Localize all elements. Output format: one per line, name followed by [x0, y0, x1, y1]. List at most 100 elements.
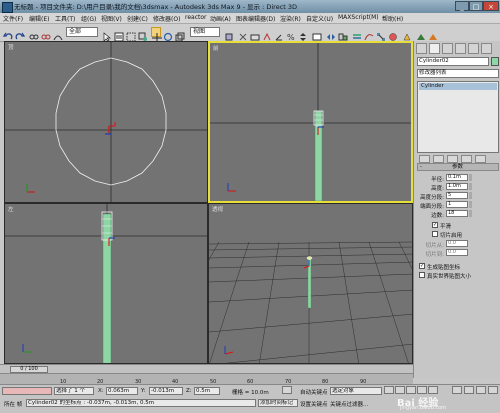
go-to-start-icon[interactable] [384, 386, 394, 394]
render-setup-icon[interactable] [402, 27, 412, 41]
quick-render-icon[interactable] [428, 27, 438, 40]
key-mode-icon[interactable] [282, 386, 292, 394]
object-name-input[interactable]: Cylinder02 [417, 57, 489, 66]
percent-snap-icon[interactable]: % [286, 27, 296, 42]
param-sides-input[interactable]: 18 [446, 210, 468, 217]
menu-file[interactable]: 文件(F) [3, 14, 23, 23]
spinner-snap-icon[interactable] [298, 27, 308, 41]
render-frame-icon[interactable] [416, 27, 426, 40]
selected-object-select[interactable]: 选定对象 [330, 387, 382, 395]
modifier-list-dropdown[interactable]: 修改器列表 [417, 69, 499, 78]
param-height-input[interactable]: 1.0m [446, 183, 468, 190]
object-color-swatch[interactable] [491, 57, 499, 66]
motion-tab-icon[interactable] [455, 43, 466, 54]
time-slider-thumb[interactable]: 0 / 100 [10, 366, 48, 373]
param-radius-input[interactable]: 0.1m [446, 174, 468, 181]
auto-key-label[interactable]: 自动关键点 [300, 388, 328, 396]
keyboard-override-icon[interactable] [250, 27, 260, 41]
material-editor-icon[interactable] [388, 27, 398, 41]
close-button[interactable]: × [483, 1, 499, 11]
go-to-end-icon[interactable] [428, 386, 438, 394]
key-filters-button[interactable]: 关键点过滤器... [330, 400, 368, 408]
maxscript-listener[interactable] [2, 387, 52, 395]
hierarchy-tab-icon[interactable] [442, 43, 453, 54]
pan-icon[interactable] [464, 386, 474, 394]
modify-tab-icon[interactable] [429, 43, 440, 54]
curve-editor-icon[interactable] [364, 27, 374, 41]
set-key-label[interactable]: 设置关键点 [300, 400, 328, 408]
schematic-view-icon[interactable] [376, 27, 386, 41]
real-world-map-checkbox[interactable] [419, 272, 425, 278]
param-sides-spinner[interactable] [469, 210, 472, 217]
show-end-result-icon[interactable] [433, 155, 444, 163]
reference-coord-select[interactable]: 视图 [190, 27, 220, 37]
z-coord-input[interactable]: 0.5m [194, 387, 220, 395]
menu-customize[interactable]: 自定义(U) [306, 14, 333, 23]
stack-item-cylinder[interactable]: Cylinder [419, 83, 497, 90]
add-time-tag[interactable]: 添加时间标记 [258, 399, 298, 407]
param-height-spinner[interactable] [469, 183, 472, 190]
previous-frame-icon[interactable] [395, 386, 405, 394]
menu-group[interactable]: 组(G) [81, 14, 96, 23]
configure-sets-icon[interactable] [475, 155, 486, 163]
named-selection-icon[interactable] [312, 27, 322, 41]
menu-modifiers[interactable]: 修改器(O) [153, 14, 180, 23]
pin-stack-icon[interactable] [419, 155, 430, 163]
viewport-front-label[interactable]: 前 [213, 44, 219, 52]
x-coord-input[interactable]: 0.063m [106, 387, 138, 395]
select-object-icon[interactable] [102, 27, 112, 42]
minimize-button[interactable]: _ [455, 1, 469, 11]
selection-filter-select[interactable]: 全部 [66, 27, 98, 37]
undo-icon[interactable] [2, 27, 13, 40]
slice-from-input[interactable]: 0.0 [446, 240, 468, 247]
pivot-center-icon[interactable] [224, 27, 234, 41]
align-icon[interactable] [338, 27, 348, 41]
bind-space-warp-icon[interactable] [53, 27, 63, 41]
slice-to-input[interactable]: 0.0 [446, 249, 468, 256]
select-by-name-icon[interactable] [114, 27, 124, 42]
move-icon[interactable] [151, 27, 162, 43]
display-tab-icon[interactable] [468, 43, 479, 54]
param-radius-spinner[interactable] [469, 174, 472, 181]
menu-tools[interactable]: 工具(T) [55, 14, 75, 23]
mirror-icon[interactable] [326, 27, 336, 40]
viewport-left-label[interactable]: 左 [8, 205, 14, 213]
maximize-viewport-icon[interactable] [488, 386, 498, 394]
select-link-icon[interactable] [29, 27, 39, 40]
menu-graph-editors[interactable]: 图表编辑器(D) [236, 14, 275, 23]
next-frame-icon[interactable] [417, 386, 427, 394]
gen-mapping-checkbox[interactable]: ✓ [419, 263, 425, 269]
rect-selection-icon[interactable] [126, 27, 136, 42]
param-cap-segments-input[interactable]: 1 [446, 201, 468, 208]
menu-rendering[interactable]: 渲染(R) [280, 14, 301, 23]
maximize-button[interactable]: □ [469, 1, 483, 11]
menu-animation[interactable]: 动画(A) [210, 14, 231, 23]
viewport-perspective[interactable]: 透视 [208, 203, 413, 364]
snap-toggle-icon[interactable] [262, 27, 272, 41]
slice-on-checkbox[interactable] [432, 231, 438, 237]
angle-snap-icon[interactable] [274, 27, 284, 41]
play-icon[interactable] [406, 386, 416, 394]
make-unique-icon[interactable] [447, 155, 458, 163]
rotate-icon[interactable] [163, 27, 173, 42]
layer-manager-icon[interactable] [352, 27, 362, 39]
orbit-icon[interactable] [476, 386, 486, 394]
scale-icon[interactable] [175, 27, 185, 42]
create-tab-icon[interactable] [416, 43, 427, 54]
viewport-perspective-label[interactable]: 透视 [212, 205, 223, 213]
menu-maxscript[interactable]: MAXScript(M) [338, 14, 379, 21]
parameters-rollout-header[interactable]: - 参数 [417, 163, 499, 171]
redo-icon[interactable] [15, 27, 26, 40]
menu-edit[interactable]: 编辑(E) [29, 14, 49, 23]
window-crossing-icon[interactable] [138, 27, 148, 41]
smooth-checkbox[interactable]: ✓ [432, 222, 438, 228]
select-manipulate-icon[interactable] [238, 27, 248, 41]
remove-modifier-icon[interactable] [461, 155, 472, 163]
param-cap-segments-spinner[interactable] [469, 201, 472, 208]
menu-view[interactable]: 视图(V) [101, 14, 122, 23]
menu-help[interactable]: 帮助(H) [382, 14, 403, 23]
param-height-segments-input[interactable]: 5 [446, 192, 468, 199]
unlink-icon[interactable] [41, 27, 51, 40]
zoom-icon[interactable] [452, 386, 462, 394]
param-height-segments-spinner[interactable] [469, 192, 472, 199]
